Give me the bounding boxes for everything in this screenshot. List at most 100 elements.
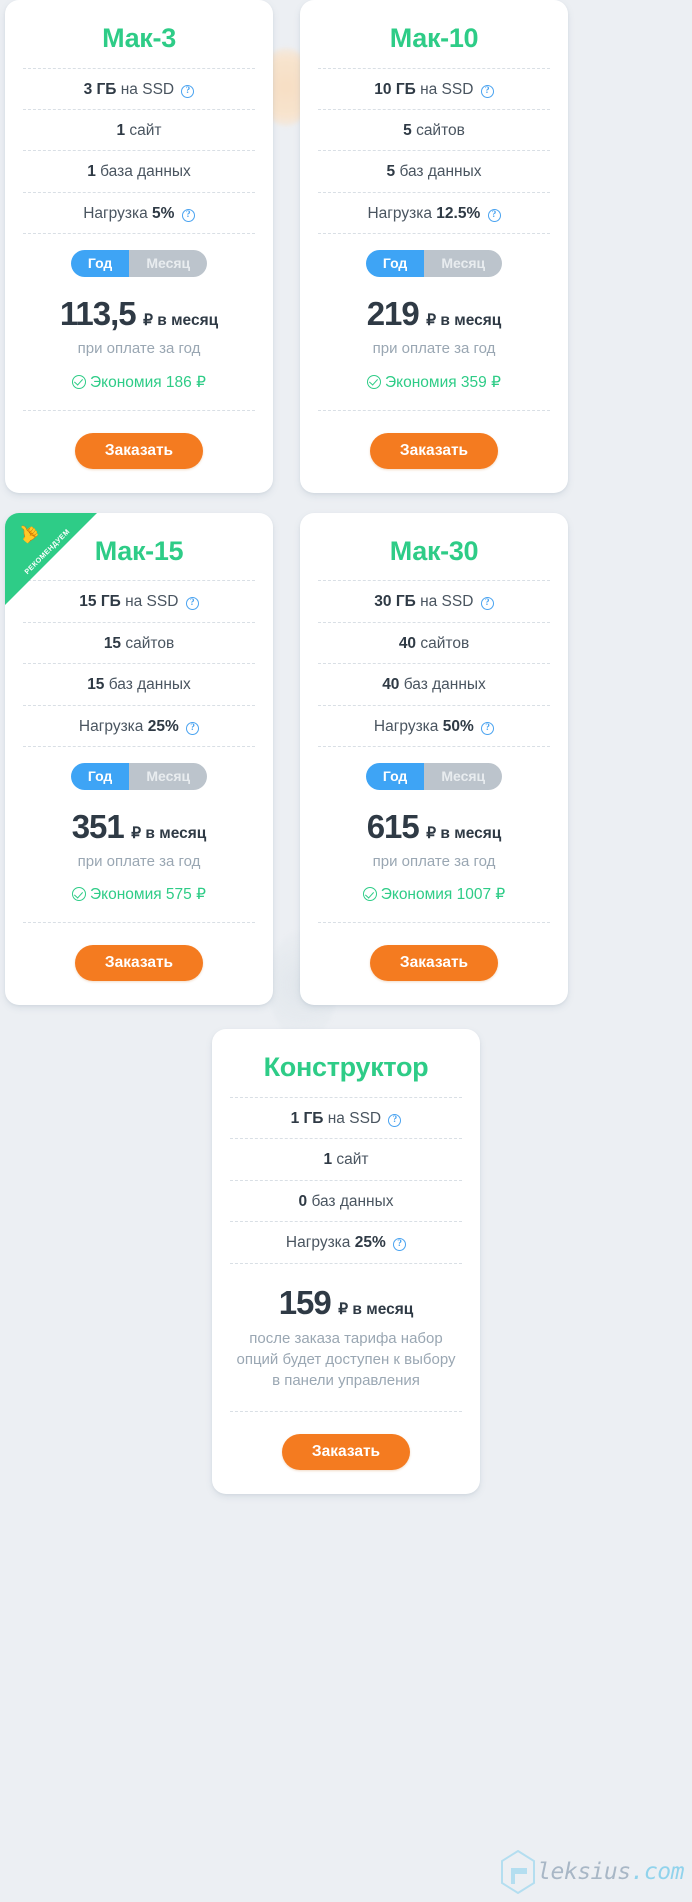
plan-title: Мак-3 (102, 23, 176, 53)
plan-title: Конструктор (263, 1052, 429, 1083)
feature-sites-value: 15 (103, 634, 122, 652)
toggle-option-year[interactable]: Год (70, 250, 130, 278)
feature-sites-label: сайт (336, 1151, 369, 1169)
price-note: при оплате за год (372, 340, 496, 358)
billing-toggle-wrap: Год Месяц (23, 747, 255, 794)
feature-disk-label: на SSD (420, 80, 474, 98)
plan-title: Мак-15 (94, 535, 184, 566)
toggle-option-year[interactable]: Год (365, 762, 425, 790)
order-button-wrap: Заказать (230, 1412, 462, 1472)
feature-db-value: 5 (386, 163, 396, 181)
question-mark-icon[interactable]: ? (481, 721, 495, 735)
price-row: 219 ₽ в месяц (318, 281, 550, 333)
saving-text: Экономия 186 ₽ (90, 373, 206, 391)
saving-text: Экономия 575 ₽ (90, 886, 206, 904)
watermark-logo-icon (501, 1849, 536, 1895)
plan-card-mak-3[interactable]: Мак-3 3 ГБ на SSD ? 1 сайт 1 база данных (5, 0, 273, 493)
question-mark-icon[interactable]: ? (480, 84, 494, 98)
check-circle-icon (362, 887, 377, 902)
feature-disk-value: 3 ГБ (83, 80, 117, 98)
price-unit: ₽ в месяц (143, 312, 219, 330)
feature-db-label: баз данных (108, 676, 191, 694)
price-row: 615 ₽ в месяц (318, 794, 550, 846)
saving-badge: Экономия 1007 ₽ (318, 871, 550, 904)
feature-load: Нагрузка 50% ? (318, 704, 550, 746)
plan-features: 1 ГБ на SSD ? 1 сайт 0 баз данных Нагруз… (230, 1097, 462, 1264)
toggle-option-month[interactable]: Месяц (129, 762, 208, 790)
order-button[interactable]: Заказать (74, 432, 204, 469)
feature-disk-value: 30 ГБ (374, 593, 416, 611)
question-mark-icon[interactable]: ? (388, 1114, 402, 1128)
feature-disk-value: 15 ГБ (79, 593, 121, 611)
price-note: при оплате за год (372, 852, 496, 870)
pricing-row-3: Конструктор 1 ГБ на SSD ? 1 сайт 0 баз д… (0, 1029, 692, 1495)
feature-load-value: 5% (152, 204, 175, 222)
watermark-tld: .com (630, 1859, 685, 1885)
toggle-option-year[interactable]: Год (365, 250, 425, 278)
feature-disk-value: 1 ГБ (290, 1110, 324, 1128)
feature-disk: 3 ГБ на SSD ? (23, 67, 255, 109)
feature-sites-label: сайт (129, 122, 162, 140)
feature-disk: 15 ГБ на SSD ? (23, 580, 255, 621)
question-mark-icon[interactable]: ? (480, 597, 494, 611)
feature-load: Нагрузка 12.5% ? (318, 191, 550, 233)
plan-card-mak-10[interactable]: Мак-10 10 ГБ на SSD ? 5 сайтов 5 баз дан… (300, 0, 568, 493)
toggle-option-month[interactable]: Месяц (424, 762, 503, 790)
plan-title: Мак-30 (389, 535, 479, 566)
feature-sites-value: 5 (403, 122, 412, 140)
feature-db-label: база данных (100, 163, 191, 181)
feature-load: Нагрузка 25% ? (23, 704, 255, 746)
feature-disk: 10 ГБ на SSD ? (318, 67, 550, 109)
saving-text: Экономия 1007 ₽ (380, 886, 506, 904)
price-amount: 219 (366, 295, 420, 333)
billing-period-toggle[interactable]: Год Месяц (70, 762, 208, 790)
question-mark-icon[interactable]: ? (393, 1238, 407, 1252)
plan-card-mak-30[interactable]: Мак-30 30 ГБ на SSD ? 40 сайтов 40 баз д… (300, 512, 568, 1006)
question-mark-icon[interactable]: ? (186, 721, 200, 735)
feature-databases: 0 баз данных (230, 1179, 462, 1221)
feature-load-value: 25% (354, 1234, 386, 1252)
saving-text: Экономия 359 ₽ (385, 373, 501, 391)
toggle-option-month[interactable]: Месяц (424, 250, 503, 278)
saving-badge: Экономия 359 ₽ (318, 359, 550, 392)
question-mark-icon[interactable]: ? (181, 208, 195, 222)
billing-period-toggle[interactable]: Год Месяц (70, 250, 208, 278)
price-amount: 615 (366, 807, 420, 845)
order-button[interactable]: Заказать (74, 945, 204, 982)
saving-badge: Экономия 575 ₽ (23, 871, 255, 904)
price-row: 159 ₽ в месяц (230, 1264, 462, 1322)
order-button[interactable]: Заказать (369, 432, 499, 469)
feature-disk: 30 ГБ на SSD ? (318, 580, 550, 621)
plan-card-mak-15[interactable]: 👍 РЕКОМЕНДУЕМ Мак-15 15 ГБ на SSD ? 15 с… (5, 512, 273, 1006)
feature-sites: 1 сайт (23, 109, 255, 150)
feature-load-value: 25% (147, 717, 179, 735)
feature-db-value: 1 (87, 163, 96, 181)
order-button[interactable]: Заказать (369, 945, 499, 982)
constructor-note: после заказа тарифа набор опций будет до… (236, 1329, 456, 1390)
feature-sites: 1 сайт (230, 1138, 462, 1179)
price-unit: ₽ в месяц (426, 312, 502, 330)
question-mark-icon[interactable]: ? (181, 84, 195, 98)
pricing-page: Мак-3 3 ГБ на SSD ? 1 сайт 1 база данных (0, 0, 692, 1902)
feature-disk-label: на SSD (120, 80, 175, 98)
billing-period-toggle[interactable]: Год Месяц (365, 250, 503, 278)
plan-features: 15 ГБ на SSD ? 15 сайтов 15 баз данных Н… (23, 580, 255, 747)
feature-disk-label: на SSD (327, 1110, 382, 1128)
feature-load-value: 12.5% (436, 204, 481, 222)
question-mark-icon[interactable]: ? (487, 208, 501, 222)
toggle-option-year[interactable]: Год (70, 762, 130, 790)
question-mark-icon[interactable]: ? (185, 597, 199, 611)
toggle-option-month[interactable]: Месяц (129, 250, 208, 278)
plan-title: Мак-10 (389, 23, 479, 53)
feature-sites: 5 сайтов (318, 109, 550, 150)
order-button[interactable]: Заказать (281, 1434, 411, 1471)
feature-sites-label: сайтов (416, 122, 465, 140)
feature-load-label: Нагрузка (83, 204, 148, 222)
billing-period-toggle[interactable]: Год Месяц (365, 762, 503, 790)
order-button-wrap: Заказать (23, 411, 255, 471)
price-row: 113,5 ₽ в месяц (23, 281, 255, 333)
plan-card-constructor[interactable]: Конструктор 1 ГБ на SSD ? 1 сайт 0 баз д… (212, 1029, 480, 1495)
billing-toggle-wrap: Год Месяц (318, 747, 550, 794)
feature-load: Нагрузка 5% ? (23, 191, 255, 233)
feature-sites-value: 1 (323, 1151, 333, 1169)
